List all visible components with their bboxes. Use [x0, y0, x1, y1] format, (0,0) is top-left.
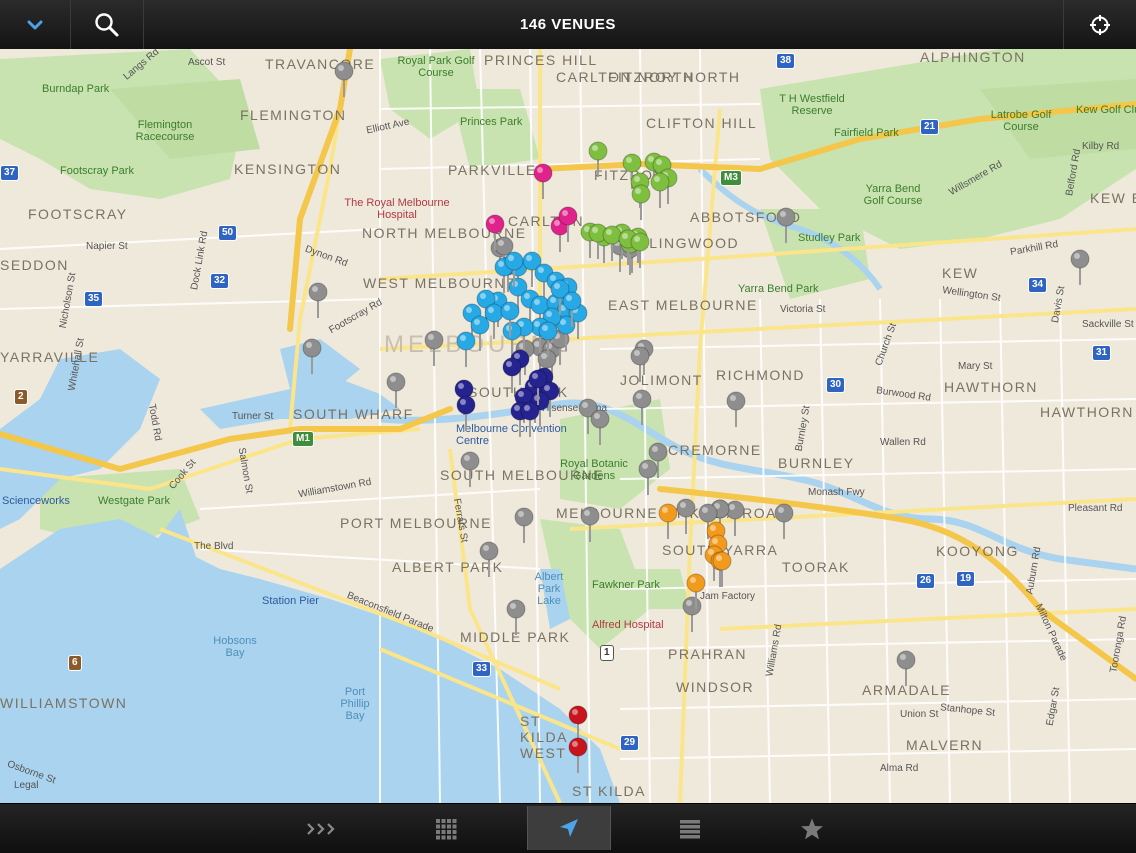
- venue-pin-pink[interactable]: [533, 163, 553, 199]
- search-icon: [95, 12, 119, 36]
- venue-pin-gray[interactable]: [386, 372, 406, 408]
- venue-pin-navy[interactable]: [456, 395, 476, 431]
- venue-pin-gray[interactable]: [1070, 249, 1090, 285]
- venue-pin-gray[interactable]: [308, 282, 328, 318]
- venue-pin-navy[interactable]: [502, 357, 522, 393]
- venue-pin-gray[interactable]: [302, 338, 322, 374]
- venue-pin-gray[interactable]: [334, 61, 354, 97]
- venue-pin-gray[interactable]: [479, 541, 499, 577]
- venue-pin-green[interactable]: [631, 184, 651, 220]
- venue-pin-orange[interactable]: [712, 551, 732, 587]
- menu-dropdown-button[interactable]: [0, 0, 71, 49]
- venue-pin-gray[interactable]: [424, 330, 444, 366]
- venue-pin-gray[interactable]: [726, 391, 746, 427]
- venue-pin-gray[interactable]: [676, 498, 696, 534]
- venue-pin-gray[interactable]: [630, 346, 650, 382]
- venue-pin-green[interactable]: [588, 141, 608, 177]
- venue-pin-cyan[interactable]: [456, 331, 476, 367]
- page-title: 146 VENUES: [520, 16, 616, 33]
- location-arrow-icon: [560, 819, 578, 837]
- more-icon: [307, 822, 335, 835]
- venue-pin-gray[interactable]: [514, 507, 534, 543]
- venue-pin-red[interactable]: [568, 705, 588, 741]
- venue-pin-orange[interactable]: [658, 503, 678, 539]
- venue-pin-gray[interactable]: [776, 207, 796, 243]
- venue-pin-gray[interactable]: [638, 459, 658, 495]
- more-tab-button[interactable]: [282, 804, 364, 853]
- venue-pin-gray[interactable]: [896, 650, 916, 686]
- map-tab-button[interactable]: [527, 806, 611, 850]
- venue-pin-gray[interactable]: [506, 599, 526, 635]
- list-tab-button[interactable]: [649, 804, 731, 853]
- venue-pin-gray[interactable]: [682, 596, 702, 632]
- grid-tab-button[interactable]: [405, 804, 487, 853]
- star-icon: [801, 818, 823, 839]
- list-icon: [680, 819, 700, 838]
- top-navigation-bar: 146 VENUES: [0, 0, 1136, 50]
- venue-map[interactable]: TRAVANCORE FLEMINGTON KENSINGTON FOOTSCR…: [0, 49, 1136, 803]
- venue-pin-green[interactable]: [650, 172, 670, 208]
- venue-pin-gray[interactable]: [590, 409, 610, 445]
- venue-pins-layer: [302, 61, 1090, 773]
- favorites-tab-button[interactable]: [771, 804, 853, 853]
- locate-me-button[interactable]: [1063, 0, 1136, 49]
- search-button[interactable]: [71, 0, 144, 49]
- venue-pin-gray[interactable]: [580, 506, 600, 542]
- grid-icon: [436, 818, 457, 839]
- venue-pin-red[interactable]: [568, 737, 588, 773]
- venue-pin-gray[interactable]: [460, 451, 480, 487]
- venue-pin-gray[interactable]: [632, 389, 652, 425]
- crosshair-icon: [1090, 14, 1110, 35]
- bottom-toolbar: [0, 803, 1136, 853]
- venue-pin-gray[interactable]: [774, 503, 794, 539]
- chevron-down-icon: [27, 20, 43, 29]
